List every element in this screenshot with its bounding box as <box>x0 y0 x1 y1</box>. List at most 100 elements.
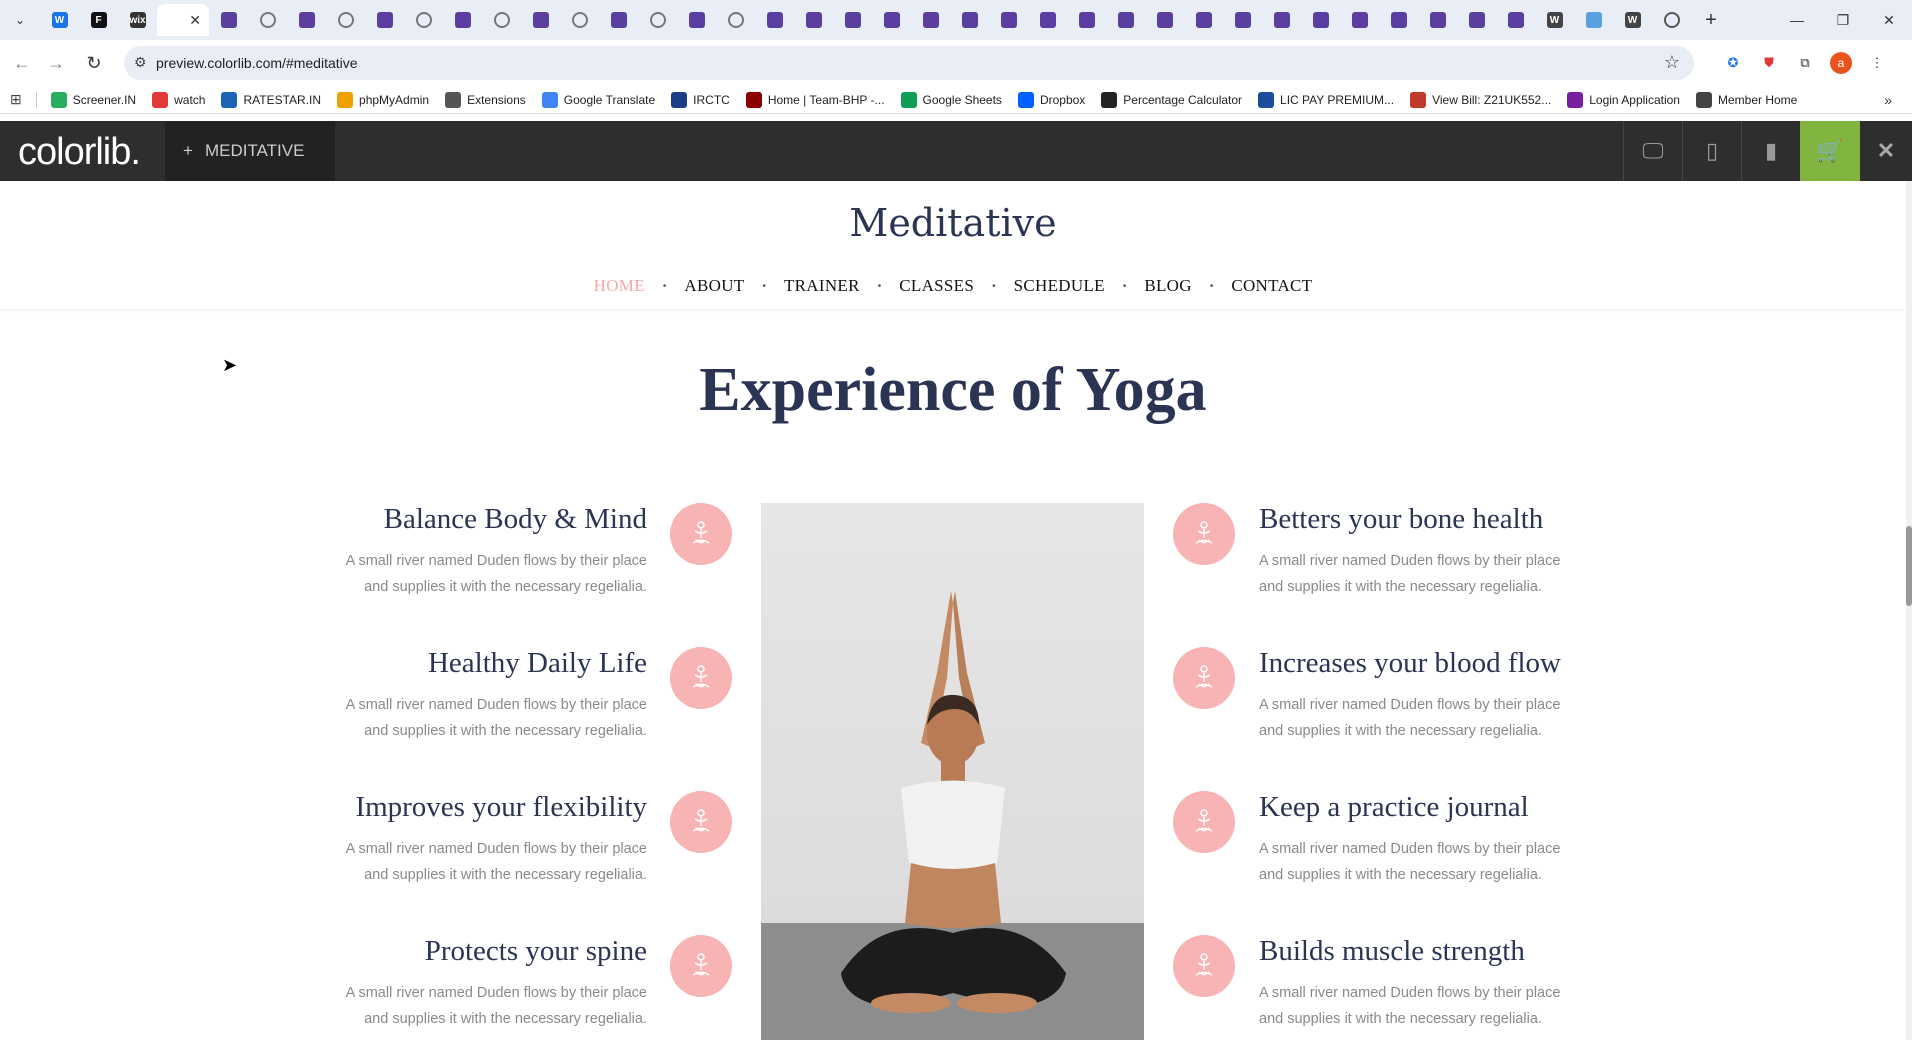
forward-arrow-icon[interactable]: → <box>44 51 68 75</box>
browser-tab[interactable] <box>326 4 365 36</box>
mobile-view-icon[interactable]: ▮ <box>1741 121 1800 181</box>
omnibox[interactable]: ⚙ preview.colorlib.com/#meditative ☆ <box>124 46 1694 80</box>
url-text[interactable]: preview.colorlib.com/#meditative <box>156 55 358 71</box>
browser-tab[interactable] <box>1457 4 1496 36</box>
tab-active[interactable]: ✕ <box>157 4 209 36</box>
extension-globe-icon[interactable]: ✪ <box>1722 52 1744 74</box>
extensions-puzzle-icon[interactable]: ⧉ <box>1794 52 1816 74</box>
browser-tab[interactable] <box>404 4 443 36</box>
colorlib-favicon-icon <box>220 12 237 28</box>
browser-tab[interactable] <box>1184 4 1223 36</box>
more-bookmarks-icon[interactable]: » <box>1884 92 1892 108</box>
browser-tab[interactable] <box>287 4 326 36</box>
bookmark-label: Login Application <box>1589 92 1680 107</box>
browser-tab[interactable]: W <box>1613 4 1652 36</box>
bookmark-label: watch <box>174 92 206 107</box>
browser-tab[interactable] <box>365 4 404 36</box>
browser-tab[interactable] <box>1262 4 1301 36</box>
nav-item-blog[interactable]: BLOG <box>1144 276 1191 296</box>
apps-grid-icon[interactable]: ⊞ <box>10 91 22 108</box>
browser-tab[interactable] <box>1496 4 1535 36</box>
bookmark-item[interactable]: LIC PAY PREMIUM... <box>1258 91 1394 108</box>
browser-tab[interactable]: W <box>40 4 79 36</box>
browser-tab[interactable]: F <box>79 4 118 36</box>
bookmark-item[interactable]: Home | Team-BHP -... <box>745 91 885 108</box>
minimize-icon[interactable]: — <box>1774 0 1820 40</box>
bookmark-item[interactable]: Login Application <box>1567 91 1680 108</box>
bookmark-item[interactable]: IRCTC <box>671 91 730 108</box>
close-preview-icon[interactable]: ✕ <box>1860 121 1912 181</box>
tab-search-chevron-icon[interactable]: ⌄ <box>8 8 32 32</box>
browser-tab[interactable] <box>443 4 482 36</box>
browser-tab[interactable] <box>1418 4 1457 36</box>
browser-tab[interactable] <box>911 4 950 36</box>
page-scrollbar[interactable] <box>1906 181 1912 1040</box>
site-brand[interactable]: Meditative <box>0 201 1906 245</box>
colorlib-logo[interactable]: colorlib. <box>18 131 141 174</box>
browser-tab[interactable] <box>833 4 872 36</box>
browser-menu-icon[interactable]: ⋮ <box>1866 52 1888 74</box>
new-tab-plus-icon[interactable]: + <box>1697 9 1725 32</box>
browser-tab[interactable] <box>1145 4 1184 36</box>
profile-avatar[interactable]: a <box>1830 52 1852 74</box>
browser-tab[interactable]: wix <box>118 4 157 36</box>
browser-tab[interactable] <box>1340 4 1379 36</box>
theme-switcher[interactable]: + MEDITATIVE <box>165 121 335 181</box>
bookmark-item[interactable]: Screener.IN <box>50 91 136 108</box>
nav-item-contact[interactable]: CONTACT <box>1231 276 1312 296</box>
nav-item-about[interactable]: ABOUT <box>684 276 744 296</box>
bookmark-item[interactable]: Google Sheets <box>900 91 1002 108</box>
browser-tab[interactable] <box>950 4 989 36</box>
browser-tab[interactable] <box>209 4 248 36</box>
browser-tab[interactable] <box>560 4 599 36</box>
browser-tab[interactable] <box>599 4 638 36</box>
cart-icon[interactable]: 🛒 <box>1800 121 1860 181</box>
bookmark-item[interactable]: Extensions <box>445 91 526 108</box>
back-arrow-icon[interactable]: ← <box>10 51 34 75</box>
browser-tab[interactable] <box>872 4 911 36</box>
browser-tab[interactable] <box>989 4 1028 36</box>
bookmark-favicon-icon <box>1410 91 1427 108</box>
browser-tab[interactable] <box>1652 4 1691 36</box>
browser-tab[interactable] <box>755 4 794 36</box>
browser-tab[interactable] <box>638 4 677 36</box>
browser-tab[interactable] <box>248 4 287 36</box>
bookmark-star-icon[interactable]: ☆ <box>1664 52 1680 73</box>
bookmark-item[interactable]: View Bill: Z21UK552... <box>1410 91 1551 108</box>
tablet-view-icon[interactable]: ▯ <box>1682 121 1741 181</box>
browser-tab[interactable] <box>1379 4 1418 36</box>
nav-item-trainer[interactable]: TRAINER <box>784 276 860 296</box>
browser-tab[interactable] <box>716 4 755 36</box>
browser-tab[interactable] <box>1067 4 1106 36</box>
browser-tab[interactable] <box>482 4 521 36</box>
bookmark-item[interactable]: Percentage Calculator <box>1101 91 1242 108</box>
browser-tab[interactable] <box>794 4 833 36</box>
bookmark-item[interactable]: Dropbox <box>1017 91 1085 108</box>
browser-tab[interactable] <box>1223 4 1262 36</box>
browser-tab[interactable] <box>1028 4 1067 36</box>
browser-tab[interactable] <box>1106 4 1145 36</box>
browser-tab[interactable] <box>521 4 560 36</box>
restore-icon[interactable]: ❐ <box>1820 0 1866 40</box>
reload-icon[interactable]: ↻ <box>82 51 106 75</box>
bookmark-favicon-icon <box>900 91 917 108</box>
extension-shield-icon[interactable]: ⛊ <box>1758 52 1780 74</box>
window-close-icon[interactable]: ✕ <box>1866 0 1912 40</box>
browser-tab[interactable] <box>677 4 716 36</box>
bookmark-item[interactable]: phpMyAdmin <box>337 91 429 108</box>
bookmark-item[interactable]: Member Home <box>1695 91 1797 108</box>
nav-item-classes[interactable]: CLASSES <box>899 276 974 296</box>
site-favicon-icon: W <box>1624 12 1641 28</box>
bookmark-item[interactable]: RATESTAR.IN <box>221 91 321 108</box>
nav-item-home[interactable]: HOME <box>594 276 645 296</box>
browser-tab[interactable] <box>1301 4 1340 36</box>
scrollbar-thumb[interactable] <box>1906 526 1912 606</box>
nav-item-schedule[interactable]: SCHEDULE <box>1014 276 1105 296</box>
browser-tab[interactable] <box>1574 4 1613 36</box>
browser-tab[interactable]: W <box>1535 4 1574 36</box>
site-info-icon[interactable]: ⚙ <box>134 54 147 71</box>
tab-close-icon[interactable]: ✕ <box>189 12 201 29</box>
bookmark-item[interactable]: watch <box>152 91 206 108</box>
bookmark-item[interactable]: Google Translate <box>541 91 655 108</box>
desktop-view-icon[interactable]: 🖵 <box>1623 121 1682 181</box>
